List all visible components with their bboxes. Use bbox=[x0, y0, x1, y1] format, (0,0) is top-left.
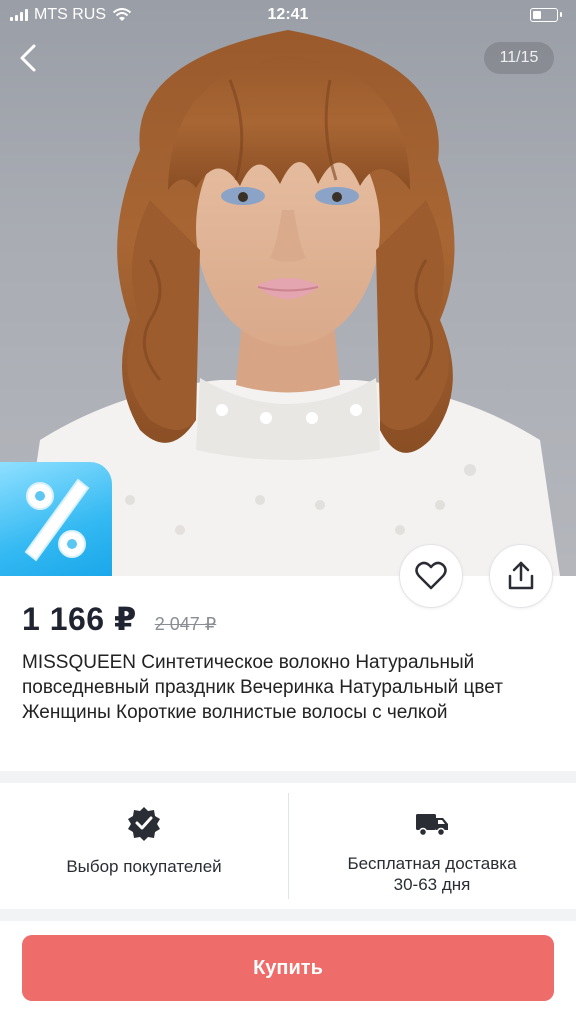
price-row: 1 166 ₽ 2 047 ₽ bbox=[22, 600, 216, 638]
battery-icon bbox=[530, 8, 562, 22]
chevron-left-icon bbox=[20, 44, 36, 72]
status-bar: MTS RUS 12:41 bbox=[0, 0, 576, 30]
section-divider bbox=[0, 771, 576, 783]
current-price: 1 166 ₽ bbox=[22, 601, 137, 637]
product-title: MISSQUEEN Синтетическое волокно Натураль… bbox=[22, 652, 503, 723]
feature-label: Выбор покупателей bbox=[66, 857, 222, 876]
old-price: 2 047 ₽ bbox=[154, 614, 217, 634]
buy-button[interactable]: Купить bbox=[22, 935, 554, 1001]
back-button[interactable] bbox=[10, 40, 46, 76]
feature-customer-choice[interactable]: Выбор покупателей bbox=[0, 783, 288, 909]
feature-label-line2: 30-63 дня bbox=[393, 875, 471, 894]
verified-badge-icon bbox=[128, 807, 160, 841]
delivery-truck-icon bbox=[416, 814, 448, 837]
product-features: Выбор покупателей Бесплатная доставка 30… bbox=[0, 783, 576, 909]
heart-icon bbox=[415, 561, 447, 590]
image-counter: 11/15 bbox=[484, 42, 554, 74]
share-icon bbox=[508, 561, 534, 590]
feature-label: Бесплатная доставка 30-63 дня bbox=[288, 853, 576, 895]
favorite-button[interactable] bbox=[399, 544, 463, 608]
section-divider bbox=[0, 909, 576, 921]
feature-free-delivery[interactable]: Бесплатная доставка 30-63 дня bbox=[288, 783, 576, 909]
clock: 12:41 bbox=[267, 6, 309, 23]
percent-icon bbox=[24, 478, 90, 562]
feature-label-line1: Бесплатная доставка bbox=[347, 854, 517, 873]
share-button[interactable] bbox=[489, 544, 553, 608]
discount-badge bbox=[0, 462, 112, 576]
